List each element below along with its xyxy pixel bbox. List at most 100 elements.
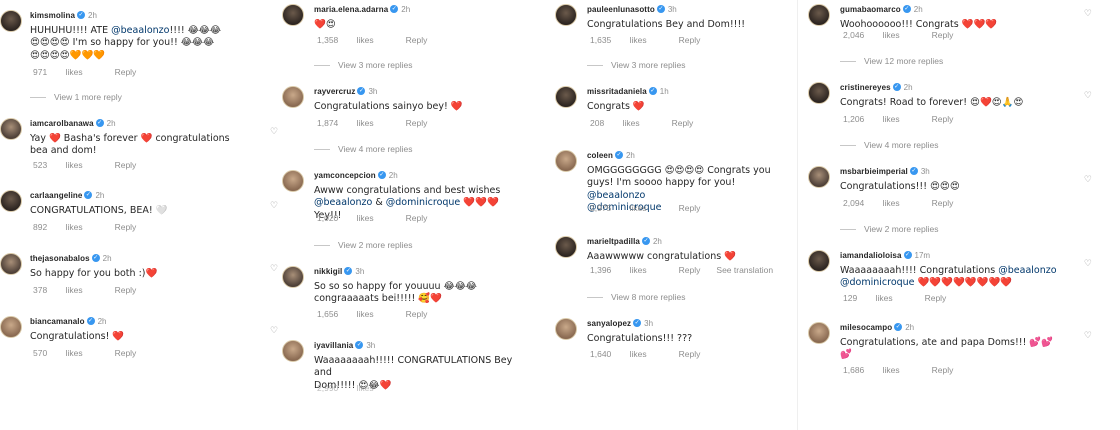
- mention-link[interactable]: @beaalonzo: [111, 25, 169, 36]
- comments-column-3: pauleenlunasotto ✓ 3h Congratulations Bey …: [545, 0, 800, 430]
- comment-text: Congratulations sainyo bey! ❤️: [314, 100, 463, 112]
- mention-link[interactable]: @beaalonzo: [998, 265, 1056, 276]
- avatar[interactable]: [282, 4, 304, 26]
- reply-button[interactable]: Reply: [932, 365, 954, 375]
- like-heart-icon[interactable]: ♡: [270, 126, 532, 137]
- comment-meta: 1,358 likes Reply: [317, 35, 428, 45]
- verified-badge-icon: ✓: [84, 191, 93, 200]
- avatar[interactable]: [808, 322, 830, 344]
- view-replies-link[interactable]: View 2 more replies: [314, 240, 413, 250]
- like-heart-icon[interactable]: ♡: [1084, 258, 1092, 269]
- username[interactable]: marieltpadilla: [587, 237, 640, 246]
- avatar[interactable]: [555, 86, 577, 108]
- reply-button[interactable]: Reply: [672, 118, 694, 128]
- like-heart-icon[interactable]: ♡: [1084, 330, 1092, 341]
- like-heart-icon[interactable]: ♡: [270, 263, 532, 274]
- comment-meta: 523 likes Reply: [33, 160, 137, 170]
- verified-badge-icon: ✓: [355, 341, 364, 350]
- avatar[interactable]: [0, 118, 22, 140]
- reply-button[interactable]: Reply: [679, 265, 701, 275]
- verified-badge-icon: ✓: [357, 87, 366, 96]
- timestamp: 2h: [88, 11, 97, 20]
- username[interactable]: thejasonabalos: [30, 254, 90, 263]
- avatar[interactable]: [0, 190, 22, 212]
- see-translation-link[interactable]: See translation: [716, 265, 773, 275]
- reply-button[interactable]: Reply: [932, 30, 954, 40]
- avatar[interactable]: [0, 253, 22, 275]
- reply-button[interactable]: Reply: [115, 348, 137, 358]
- avatar[interactable]: [282, 86, 304, 108]
- timestamp: 2h: [905, 323, 915, 332]
- view-replies-link[interactable]: View 12 more replies: [840, 56, 943, 66]
- reply-button[interactable]: Reply: [115, 222, 137, 232]
- view-replies-link[interactable]: View 1 more reply: [30, 92, 122, 102]
- reply-button[interactable]: Reply: [406, 213, 428, 223]
- mention-link[interactable]: @dominicroque: [840, 277, 915, 288]
- avatar[interactable]: [808, 4, 830, 26]
- avatar[interactable]: [555, 150, 577, 172]
- like-heart-icon[interactable]: ♡: [270, 325, 532, 336]
- reply-button[interactable]: Reply: [406, 309, 428, 319]
- avatar[interactable]: [282, 170, 304, 192]
- verified-badge-icon: ✓: [390, 5, 399, 14]
- reply-button[interactable]: Reply: [679, 203, 701, 213]
- avatar[interactable]: [282, 340, 304, 362]
- comment-text: ❤️😍: [314, 18, 336, 30]
- like-heart-icon[interactable]: ♡: [1084, 90, 1092, 101]
- username[interactable]: iamandalioloisa: [840, 251, 902, 260]
- avatar[interactable]: [808, 82, 830, 104]
- username[interactable]: sanyalopez: [587, 319, 631, 328]
- reply-button[interactable]: Reply: [406, 35, 428, 45]
- timestamp: 3h: [667, 5, 677, 14]
- username[interactable]: kimsmolina: [30, 11, 75, 20]
- username[interactable]: biancamanalo: [30, 317, 85, 326]
- view-replies-link[interactable]: View 3 more replies: [587, 60, 686, 70]
- reply-button[interactable]: Reply: [925, 293, 947, 303]
- avatar[interactable]: [808, 166, 830, 188]
- avatar[interactable]: [0, 10, 22, 32]
- reply-button[interactable]: Reply: [679, 349, 701, 359]
- username[interactable]: pauleenlunasotto: [587, 5, 655, 14]
- username[interactable]: iamcarolbanawa: [30, 119, 94, 128]
- avatar[interactable]: [555, 318, 577, 340]
- comments-column-2: maria.elena.adarna ✓ 2h ❤️😍 1,358 likes Rep…: [270, 0, 538, 430]
- verified-badge-icon: ✓: [77, 11, 86, 20]
- like-heart-icon[interactable]: ♡: [270, 200, 532, 211]
- username[interactable]: maria.elena.adarna: [314, 5, 388, 14]
- avatar[interactable]: [808, 250, 830, 272]
- username[interactable]: missritadaniela: [587, 87, 647, 96]
- username[interactable]: coleen: [587, 151, 613, 160]
- username[interactable]: yamconcepcion: [314, 171, 376, 180]
- reply-button[interactable]: Reply: [932, 114, 954, 124]
- timestamp: 3h: [368, 87, 378, 96]
- username[interactable]: rayvercruz: [314, 87, 355, 96]
- verified-badge-icon: ✓: [95, 119, 104, 128]
- comment-text: So so so happy for youuuu 😂😂😂 congraaaaat…: [314, 280, 477, 305]
- username[interactable]: cristinereyes: [840, 83, 891, 92]
- avatar[interactable]: [555, 236, 577, 258]
- mention-link[interactable]: @beaalonzo: [587, 190, 645, 201]
- reply-button[interactable]: Reply: [115, 67, 137, 77]
- view-replies-link[interactable]: View 2 more replies: [840, 224, 939, 234]
- username[interactable]: milesocampo: [840, 323, 892, 332]
- comment-text: CONGRATULATIONS, BEA! 🤍: [30, 204, 168, 216]
- username[interactable]: carlaangeline: [30, 191, 82, 200]
- like-heart-icon[interactable]: ♡: [1084, 174, 1092, 185]
- view-replies-link[interactable]: View 3 more replies: [314, 60, 413, 70]
- comment-meta: 1,656 likes Reply: [317, 309, 428, 319]
- username[interactable]: gumabaomarco: [840, 5, 901, 14]
- reply-button[interactable]: Reply: [115, 285, 137, 295]
- avatar[interactable]: [0, 316, 22, 338]
- reply-button[interactable]: Reply: [115, 160, 137, 170]
- reply-button[interactable]: Reply: [679, 35, 701, 45]
- comment-text: Congratulations! ❤️: [30, 330, 125, 342]
- view-replies-link[interactable]: View 8 more replies: [587, 292, 686, 302]
- avatar[interactable]: [555, 4, 577, 26]
- username[interactable]: msbarbieimperial: [840, 167, 908, 176]
- like-heart-icon[interactable]: ♡: [1084, 8, 1092, 19]
- view-replies-link[interactable]: View 4 more replies: [840, 140, 939, 150]
- verified-badge-icon: ✓: [614, 151, 623, 160]
- view-replies-link[interactable]: View 4 more replies: [314, 144, 413, 154]
- reply-button[interactable]: Reply: [932, 198, 954, 208]
- username[interactable]: iyavillania: [314, 341, 353, 350]
